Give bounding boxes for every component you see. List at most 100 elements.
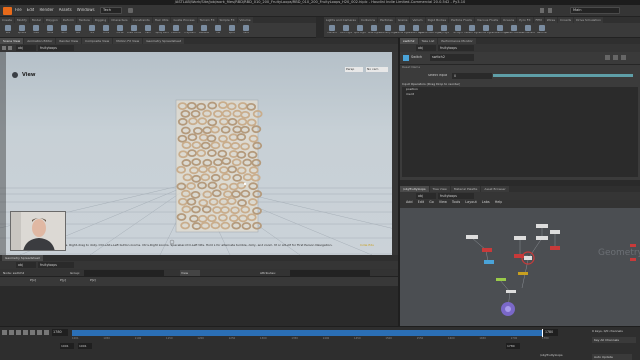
timeline-track[interactable]: [72, 329, 552, 337]
network-menu-labs[interactable]: Labs: [482, 200, 490, 208]
tool-l-system-button[interactable]: L-System: [184, 25, 196, 36]
tool-torus-button[interactable]: Torus: [44, 25, 56, 36]
input-item-position[interactable]: position: [406, 88, 418, 92]
playhead[interactable]: [542, 329, 543, 337]
tool-spray-paint-button[interactable]: Spray Paint: [155, 25, 169, 36]
network-menu-help[interactable]: Help: [495, 200, 503, 208]
tool-spot-light-button[interactable]: Spot Light: [354, 25, 366, 36]
network-menu-add[interactable]: Add: [406, 200, 413, 208]
menu-render[interactable]: Render: [39, 8, 53, 13]
tool-sky-light-button[interactable]: Sky Light: [438, 25, 450, 36]
path-crumb-fruityloops[interactable]: fruityloops: [438, 193, 474, 199]
geometry-light-icon: [385, 25, 391, 31]
view-menu[interactable]: View: [180, 270, 200, 276]
tool-metaball-button[interactable]: Metaball: [198, 25, 210, 36]
pane-divider-right[interactable]: [400, 180, 640, 186]
node-name-field[interactable]: switch2: [430, 54, 474, 61]
network-menu-tools[interactable]: Tools: [452, 200, 460, 208]
tool-helix-button[interactable]: Helix: [240, 25, 252, 36]
grid-icon: [61, 25, 67, 31]
column-px: P[x]: [30, 279, 36, 282]
network-editor[interactable]: Geometry: [400, 208, 640, 326]
input-operators-list[interactable]: position merit: [402, 87, 638, 177]
select-input-field[interactable]: 0: [452, 73, 492, 79]
tool-switcher-button[interactable]: Switcher: [536, 25, 548, 36]
info-icon[interactable]: [621, 55, 626, 60]
auto-update-menu[interactable]: Auto Update: [592, 354, 632, 360]
tool-gi-light-button[interactable]: GI Light: [452, 25, 464, 36]
gear-icon[interactable]: [605, 55, 610, 60]
stop-icon[interactable]: [23, 330, 28, 335]
tool-sphere-button[interactable]: Sphere: [16, 25, 28, 36]
menu-file[interactable]: File: [15, 8, 22, 13]
select-input-slider[interactable]: [493, 74, 633, 77]
user-icon[interactable]: [548, 8, 552, 13]
network-menu-layout[interactable]: Layout: [465, 200, 477, 208]
tool-camera-button[interactable]: Camera: [326, 25, 338, 36]
input-item-merit[interactable]: merit: [406, 93, 414, 97]
desktop-icon[interactable]: [128, 8, 133, 13]
play-icon[interactable]: [30, 330, 35, 335]
timeline-tick-label: 1450: [354, 337, 361, 340]
tool-caustic-light-button[interactable]: Caustic Light: [464, 25, 480, 36]
forward-arrow-icon[interactable]: [8, 46, 12, 50]
tool-geometry-light-button[interactable]: Geometry Light: [379, 25, 397, 36]
tool-line-button[interactable]: Line: [86, 25, 98, 36]
path-crumb-fruityloops[interactable]: fruityloops: [38, 45, 74, 51]
camera-menu[interactable]: No cam: [366, 67, 388, 72]
back-arrow-icon[interactable]: [2, 46, 6, 50]
tool-grid-button[interactable]: Grid: [58, 25, 70, 36]
step-forward-icon[interactable]: [37, 330, 42, 335]
timeline-tick-label: 1650: [479, 337, 486, 340]
play-reverse-icon[interactable]: [16, 330, 21, 335]
network-icon[interactable]: [540, 8, 544, 13]
step-back-icon[interactable]: [9, 330, 14, 335]
tool-path-button[interactable]: Path: [142, 25, 154, 36]
current-frame-field[interactable]: 1780: [52, 329, 68, 336]
tool-environment-light-button[interactable]: Environment Light: [419, 25, 441, 36]
group-field[interactable]: [84, 270, 164, 276]
menu-windows[interactable]: Windows: [77, 8, 95, 13]
tool-label: Null: [75, 32, 81, 34]
persp-menu[interactable]: Persp: [345, 67, 363, 72]
path-crumb-obj[interactable]: obj: [416, 193, 436, 199]
menu-edit[interactable]: Edit: [27, 8, 35, 13]
tool-circle-button[interactable]: Circle: [100, 25, 112, 36]
path-crumb-fruityloops[interactable]: fruityloops: [438, 45, 474, 51]
start-frame-field-2[interactable]: 1001: [78, 343, 92, 349]
tool-vr-camera-button[interactable]: VR Camera: [521, 25, 535, 36]
tool-tube-button[interactable]: Tube: [30, 25, 42, 36]
curve-icon: [117, 25, 123, 31]
tool-platonic-button[interactable]: Platonic: [170, 25, 182, 36]
tool-null-button[interactable]: Null: [72, 25, 84, 36]
desktop-select[interactable]: Tech: [100, 7, 122, 14]
main-menu: FileEditRenderAssetsWindowsHelp: [15, 8, 109, 13]
tool-point-light-button[interactable]: Point Light: [340, 25, 352, 36]
menu-assets[interactable]: Assets: [59, 8, 72, 13]
tool-curve-button[interactable]: Curve: [114, 25, 126, 36]
tool-draw-curve-button[interactable]: Draw Curve: [127, 25, 141, 36]
tool-box-button[interactable]: Box: [2, 25, 14, 36]
tool-stereo-camera-button[interactable]: Stereo Camera: [505, 25, 523, 36]
network-menu-view[interactable]: View: [439, 200, 447, 208]
path-crumb-obj[interactable]: obj: [16, 45, 36, 51]
tool-portal-light-button[interactable]: Portal Light: [479, 25, 493, 36]
range-end-field[interactable]: 1780: [544, 329, 558, 336]
path-crumb-obj[interactable]: obj: [16, 262, 36, 268]
attributes-field[interactable]: [290, 270, 370, 276]
tool-volume-light-button[interactable]: Volume Light: [394, 25, 410, 36]
network-menu-go[interactable]: Go: [429, 200, 434, 208]
jump-end-icon[interactable]: [44, 330, 49, 335]
jump-start-icon[interactable]: [2, 330, 7, 335]
start-frame-field[interactable]: 1001: [60, 343, 74, 349]
key-all-channels-button[interactable]: Key All Channels: [592, 337, 636, 343]
tool-file-button[interactable]: File: [212, 25, 224, 36]
network-menu-edit[interactable]: Edit: [418, 200, 425, 208]
end-frame-field[interactable]: 1780: [506, 343, 520, 349]
help-icon[interactable]: [613, 55, 618, 60]
spreadsheet-body[interactable]: [0, 286, 398, 326]
path-crumb-fruityloops[interactable]: fruityloops: [38, 262, 74, 268]
desktop-build-select[interactable]: Main: [570, 7, 620, 14]
path-crumb-obj[interactable]: obj: [416, 45, 436, 51]
tool-spiral-button[interactable]: Spiral: [226, 25, 238, 36]
